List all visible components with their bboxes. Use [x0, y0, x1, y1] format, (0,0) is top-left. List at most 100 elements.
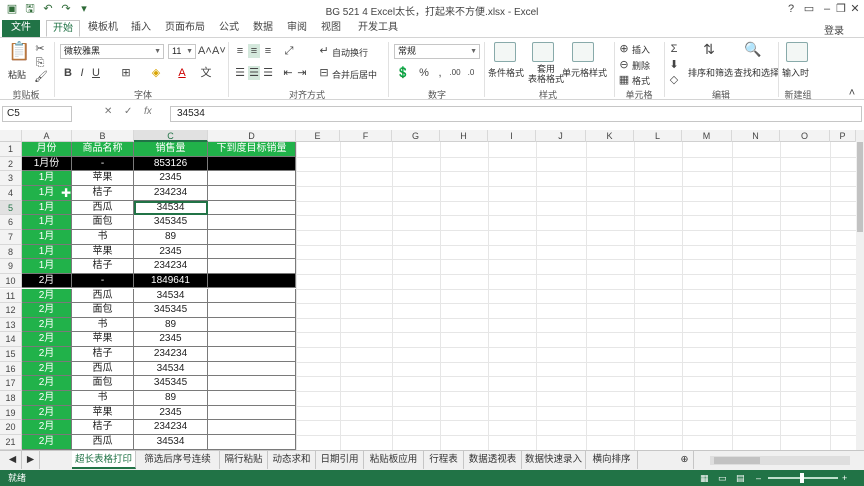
- sheet-tab[interactable]: 筛选后序号连续: [136, 451, 220, 469]
- column-header-m[interactable]: M: [682, 130, 732, 142]
- target-cell[interactable]: [208, 259, 296, 274]
- tab-view[interactable]: 视图: [316, 20, 346, 37]
- row-header-12[interactable]: 12: [0, 303, 22, 318]
- month-cell[interactable]: 2月: [22, 288, 72, 304]
- row-header-1[interactable]: 1: [0, 142, 22, 157]
- month-cell[interactable]: 2月: [22, 347, 72, 362]
- product-cell[interactable]: 苹果: [72, 332, 134, 348]
- zoom-slider-thumb[interactable]: [800, 473, 804, 483]
- sales-cell[interactable]: 234234: [134, 347, 208, 362]
- tab-formulas[interactable]: 公式: [214, 20, 244, 37]
- cut-icon[interactable]: ✂: [34, 42, 46, 56]
- column-header-n[interactable]: N: [732, 130, 780, 142]
- align-left-icon[interactable]: ☰: [234, 66, 246, 80]
- sheet-tab[interactable]: 数据透视表: [464, 451, 522, 469]
- active-cell[interactable]: 34534: [134, 200, 208, 216]
- decrease-indent-icon[interactable]: ⇤: [282, 66, 294, 80]
- sales-cell[interactable]: 234234: [134, 185, 208, 201]
- page-layout-view-icon[interactable]: ▭: [718, 470, 727, 486]
- sales-cell[interactable]: 34534: [134, 361, 208, 377]
- format-as-table-icon[interactable]: [532, 42, 554, 62]
- month-cell[interactable]: 2月: [22, 332, 72, 348]
- product-cell[interactable]: 西瓜: [72, 361, 134, 377]
- input-speech-label[interactable]: 输入时: [782, 66, 809, 79]
- sheet-tab[interactable]: 行程表: [424, 451, 464, 469]
- font-name-select[interactable]: 微软雅黑 ▼: [60, 44, 164, 59]
- row-header-15[interactable]: 15: [0, 347, 22, 362]
- row-header-13[interactable]: 13: [0, 317, 22, 333]
- sheet-tab[interactable]: 数据快速录入: [522, 451, 586, 469]
- phonetic-icon[interactable]: 文: [200, 66, 212, 80]
- number-format-select[interactable]: 常规 ▼: [394, 44, 480, 59]
- target-cell[interactable]: [208, 347, 296, 362]
- target-cell[interactable]: [208, 171, 296, 186]
- column-header-p[interactable]: P: [830, 130, 856, 142]
- font-size-select[interactable]: 11 ▼: [168, 44, 196, 59]
- font-color-icon[interactable]: A: [174, 66, 190, 80]
- sort-filter-icon[interactable]: ⇅: [700, 42, 718, 56]
- product-cell[interactable]: 西瓜: [72, 288, 134, 304]
- format-cells-label[interactable]: 格式: [632, 74, 650, 87]
- login-link[interactable]: 登录: [824, 22, 844, 37]
- row-header-8[interactable]: 8: [0, 244, 22, 260]
- sales-cell[interactable]: 345345: [134, 376, 208, 392]
- horizontal-scrollbar[interactable]: [710, 456, 850, 465]
- align-top-icon[interactable]: ≡: [234, 44, 246, 58]
- collapse-ribbon-icon[interactable]: ˄: [846, 86, 858, 100]
- delete-cells-label[interactable]: 删除: [632, 59, 650, 72]
- input-speech-icon[interactable]: [786, 42, 808, 62]
- column-header-l[interactable]: L: [634, 130, 682, 142]
- target-cell[interactable]: [208, 405, 296, 421]
- product-cell[interactable]: 面包: [72, 376, 134, 392]
- formula-input[interactable]: 34534: [170, 106, 862, 122]
- column-header-e[interactable]: E: [296, 130, 340, 142]
- month-cell[interactable]: 2月: [22, 376, 72, 392]
- column-header-a[interactable]: A: [22, 130, 72, 142]
- column-header-h[interactable]: H: [440, 130, 488, 142]
- fill-icon[interactable]: ⬇: [668, 58, 680, 72]
- product-cell[interactable]: 桔子: [72, 347, 134, 362]
- row-header-17[interactable]: 17: [0, 376, 22, 392]
- sales-cell[interactable]: 234234: [134, 259, 208, 274]
- column-header-f[interactable]: F: [340, 130, 392, 142]
- sheet-tab[interactable]: 超长表格打印: [72, 451, 136, 469]
- target-cell[interactable]: [208, 229, 296, 245]
- decrease-decimal-icon[interactable]: .0: [464, 66, 478, 80]
- paste-icon[interactable]: 📋: [8, 42, 30, 68]
- target-cell[interactable]: [208, 435, 296, 450]
- copy-icon[interactable]: ⎘: [34, 56, 46, 70]
- sales-cell[interactable]: 345345: [134, 303, 208, 318]
- product-cell[interactable]: 苹果: [72, 171, 134, 186]
- product-cell[interactable]: 面包: [72, 215, 134, 230]
- sales-cell[interactable]: 2345: [134, 405, 208, 421]
- decrease-font-icon[interactable]: A˅: [212, 44, 226, 58]
- merge-center-icon[interactable]: ⊟: [318, 66, 330, 80]
- product-cell[interactable]: 书: [72, 391, 134, 406]
- normal-view-icon[interactable]: ▦: [700, 470, 709, 486]
- header-cell[interactable]: 商品名称: [72, 142, 134, 157]
- format-cells-icon[interactable]: ▦: [618, 73, 630, 87]
- target-cell[interactable]: [208, 288, 296, 304]
- column-header-b[interactable]: B: [72, 130, 134, 142]
- ribbon-display-icon[interactable]: ▭: [800, 1, 818, 17]
- format-as-table-label[interactable]: 套用 表格格式: [526, 64, 566, 84]
- row-header-14[interactable]: 14: [0, 332, 22, 348]
- month-total-cell[interactable]: 2月: [22, 273, 72, 289]
- sales-cell[interactable]: 2345: [134, 332, 208, 348]
- close-icon[interactable]: ✕: [846, 1, 864, 17]
- page-break-view-icon[interactable]: ▤: [736, 470, 745, 486]
- add-sheet-icon[interactable]: ⊕: [676, 451, 694, 469]
- target-cell[interactable]: [208, 185, 296, 201]
- align-bottom-icon[interactable]: ≡: [262, 44, 274, 58]
- conditional-format-label[interactable]: 条件格式: [488, 66, 524, 79]
- target-cell[interactable]: [208, 361, 296, 377]
- worksheet-grid[interactable]: ABCDEFGHIJKLMNOP 1 2 3 4 5 6 7 8 9 10 11 12 13 14 15 16…: [0, 130, 856, 450]
- product-cell[interactable]: 桔子: [72, 259, 134, 274]
- month-cell[interactable]: 1月: [22, 171, 72, 186]
- month-cell[interactable]: 1月: [22, 229, 72, 245]
- row-header-19[interactable]: 19: [0, 405, 22, 421]
- row-header-9[interactable]: 9: [0, 259, 22, 274]
- sales-cell[interactable]: 34534: [134, 288, 208, 304]
- row-header-2[interactable]: 2: [0, 156, 22, 172]
- orientation-icon[interactable]: ⤢: [282, 44, 296, 58]
